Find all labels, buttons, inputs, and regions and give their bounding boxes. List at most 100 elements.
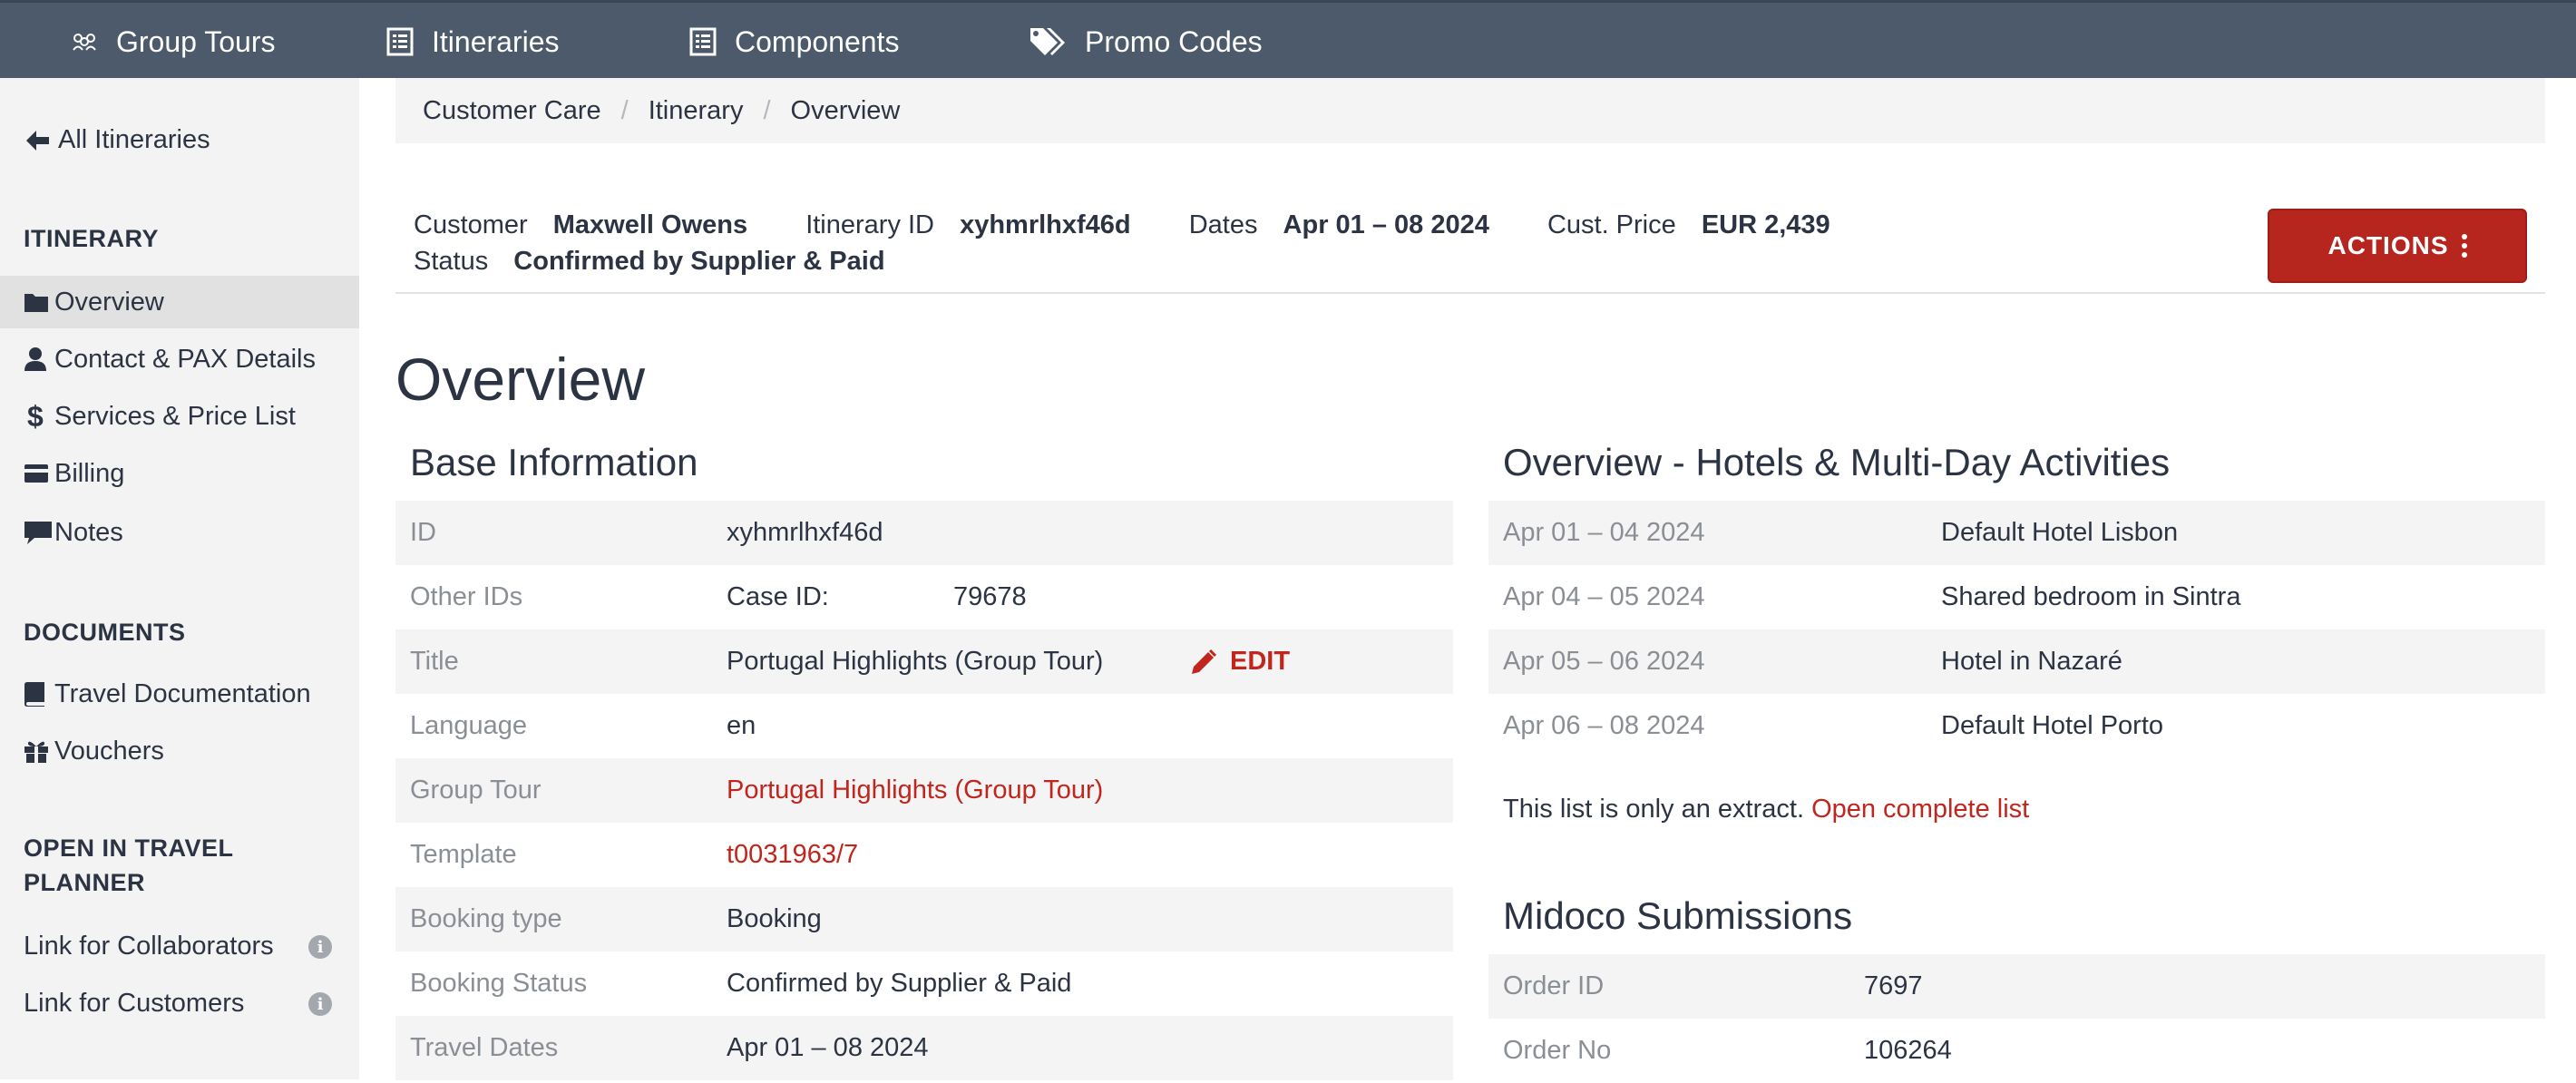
row-key: Order ID — [1503, 971, 1605, 1000]
sidebar-item-overview[interactable]: Overview — [0, 276, 359, 328]
base-info-title: Base Information — [410, 441, 698, 483]
sidebar-item-label: Contact & PAX Details — [54, 344, 316, 374]
section-line: PLANNER — [24, 869, 146, 896]
breadcrumb-item[interactable]: Itinerary — [649, 96, 744, 126]
dollar-icon: $ — [27, 399, 44, 433]
nav-label: Itineraries — [432, 24, 560, 58]
sidebar-item-label: Notes — [54, 517, 123, 547]
midoco-title: Midoco Submissions — [1503, 894, 1853, 937]
table-row: Booking type Booking — [395, 887, 1453, 951]
midoco-table: Order ID 7697 Order No 106264 — [1488, 954, 2545, 1083]
sidebar-item-services[interactable]: $ Services & Price List — [0, 390, 359, 443]
pencil-icon — [1192, 649, 1217, 674]
row-hotel: Default Hotel Porto — [1941, 711, 2164, 740]
comment-icon — [24, 520, 54, 545]
sidebar-item-label: Billing — [54, 458, 125, 488]
itinerary-id-value: xyhmrlhxf46d — [960, 210, 1131, 239]
row-key: Title — [410, 647, 459, 676]
template-link[interactable]: t0031963/7 — [727, 840, 858, 870]
breadcrumb-item[interactable]: Customer Care — [423, 96, 601, 126]
sidebar-item-label: Link for Customers — [24, 988, 245, 1018]
table-row: Apr 05 – 06 2024 Hotel in Nazaré — [1488, 629, 2545, 694]
gift-icon — [24, 738, 54, 764]
row-key: Language — [410, 711, 528, 740]
hotels-table: Apr 01 – 04 2024 Default Hotel Lisbon Ap… — [1488, 501, 2545, 758]
customer-label: Customer — [414, 210, 528, 239]
open-complete-list-link[interactable]: Open complete list — [1811, 795, 2029, 824]
table-row: Order No 106264 — [1488, 1019, 2545, 1083]
group-tour-link[interactable]: Portugal Highlights (Group Tour) — [727, 776, 1103, 805]
list-icon — [386, 27, 414, 56]
table-row: ID xyhmrlhxf46d — [395, 501, 1453, 565]
nav-group-tours[interactable]: Group Tours — [71, 3, 276, 81]
status-label: Status — [414, 247, 489, 276]
more-vertical-icon — [2461, 232, 2467, 259]
row-key: Travel Dates — [410, 1033, 559, 1062]
sidebar-item-billing[interactable]: Billing — [0, 447, 359, 500]
table-row: Apr 06 – 08 2024 Default Hotel Porto — [1488, 694, 2545, 758]
nav-promo-codes[interactable]: Promo Codes — [1029, 3, 1263, 81]
table-row: Group Tour Portugal Highlights (Group To… — [395, 758, 1453, 823]
all-itineraries-link[interactable]: All Itineraries — [24, 125, 210, 155]
sidebar-item-label: Overview — [54, 287, 164, 317]
section-documents: DOCUMENTS — [24, 619, 186, 646]
book-icon — [24, 681, 54, 707]
credit-card-icon — [24, 463, 54, 483]
case-id-value: 79678 — [953, 582, 1027, 611]
sidebar: All Itineraries ITINERARY Overview Conta… — [0, 78, 359, 1079]
group-tour-icon — [71, 32, 98, 52]
arrow-left-icon — [24, 129, 51, 152]
table-row: Apr 01 – 04 2024 Default Hotel Lisbon — [1488, 501, 2545, 565]
breadcrumb-separator: / — [763, 95, 771, 125]
tags-icon — [1029, 26, 1067, 57]
row-key: Group Tour — [410, 776, 542, 805]
row-key: Order No — [1503, 1036, 1612, 1065]
breadcrumb-separator: / — [620, 95, 629, 125]
info-line-top: Customer Maxwell Owens Itinerary ID xyhm… — [414, 210, 1830, 240]
sidebar-item-contact[interactable]: Contact & PAX Details — [0, 333, 359, 385]
row-value: xyhmrlhxf46d — [727, 518, 883, 547]
sidebar-item-travel-documentation[interactable]: Travel Documentation — [0, 668, 359, 720]
row-dates: Apr 01 – 04 2024 — [1503, 518, 1705, 547]
row-dates: Apr 05 – 06 2024 — [1503, 647, 1705, 676]
nav-label: Components — [735, 24, 900, 58]
sidebar-item-label: Travel Documentation — [54, 678, 311, 708]
sidebar-item-label: Services & Price List — [54, 401, 296, 431]
actions-button[interactable]: ACTIONS — [2268, 209, 2527, 283]
row-value: Booking — [727, 904, 822, 933]
breadcrumb: Customer Care / Itinerary / Overview — [395, 78, 2545, 143]
table-row: Language en — [395, 694, 1453, 758]
row-value: Portugal Highlights (Group Tour) — [727, 647, 1104, 676]
extract-note: This list is only an extract. Open compl… — [1503, 795, 2029, 824]
nav-label: Promo Codes — [1085, 24, 1263, 58]
edit-title-button[interactable]: EDIT — [1190, 647, 1290, 677]
extract-text: This list is only an extract. — [1503, 795, 1804, 824]
info-icon[interactable]: i — [308, 992, 332, 1016]
back-label: All Itineraries — [58, 125, 210, 154]
table-row: Booking Status Confirmed by Supplier & P… — [395, 951, 1453, 1016]
row-key: Template — [410, 840, 517, 869]
sidebar-item-link-customers[interactable]: Link for Customers i — [0, 977, 359, 1029]
row-key: Booking Status — [410, 969, 588, 998]
table-row: Order ID 7697 — [1488, 954, 2545, 1019]
price-label: Cust. Price — [1547, 210, 1676, 239]
status-value: Confirmed by Supplier & Paid — [513, 247, 885, 276]
info-icon[interactable]: i — [308, 935, 332, 959]
list-icon — [689, 27, 717, 56]
nav-label: Group Tours — [116, 24, 276, 58]
nav-components[interactable]: Components — [689, 3, 899, 81]
folder-icon — [24, 291, 54, 313]
row-value: 7697 — [1864, 971, 1923, 1000]
row-value: en — [727, 711, 756, 740]
nav-itineraries[interactable]: Itineraries — [386, 3, 560, 81]
sidebar-item-vouchers[interactable]: Vouchers — [0, 725, 359, 777]
sidebar-item-notes[interactable]: Notes — [0, 506, 359, 559]
row-hotel: Shared bedroom in Sintra — [1941, 582, 2241, 611]
breadcrumb-item-current: Overview — [790, 95, 901, 125]
price-value: EUR 2,439 — [1701, 210, 1830, 239]
user-icon — [24, 346, 54, 372]
sidebar-item-link-collaborators[interactable]: Link for Collaborators i — [0, 920, 359, 972]
base-info-table: ID xyhmrlhxf46d Other IDs Case ID: 79678… — [395, 501, 1453, 1080]
itinerary-id-label: Itinerary ID — [805, 210, 935, 239]
dates-label: Dates — [1188, 210, 1258, 239]
